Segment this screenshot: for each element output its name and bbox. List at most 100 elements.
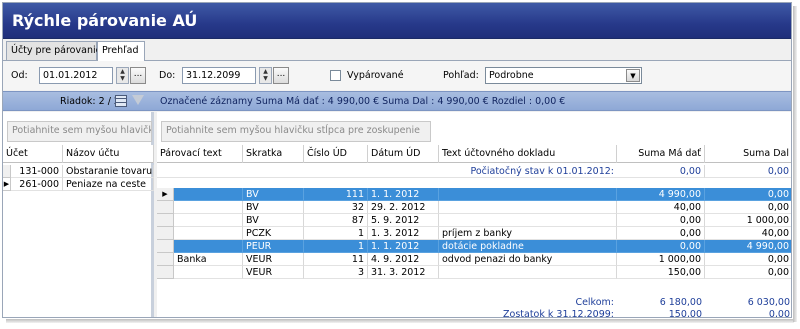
opening-balance-md: 0,00 [617, 165, 705, 178]
cell-text-dokladu: dotácie pokladne [439, 240, 617, 253]
filter-bar: Od: 01.01.2012 ▲ ▼ ... Do: 31.12.2099 ▲ ▼ … [3, 60, 791, 90]
cell-skratka: VEUR [243, 253, 304, 266]
od-browse-button[interactable]: ... [130, 67, 146, 84]
table-row[interactable]: ▶ BV 111 1. 1. 2012 4 990,00 0,00 [157, 188, 791, 201]
cell-suma-ma-dat: 0,00 [617, 214, 705, 227]
row-indicator: ▶ [3, 178, 11, 191]
filter-icon[interactable] [132, 95, 144, 105]
col-header-skratka[interactable]: Skratka [243, 145, 304, 163]
tab-ucty-pre-parovanie[interactable]: Účty pre párovanie [6, 41, 101, 60]
pohlad-select[interactable]: Podrobne ▼ [485, 67, 642, 84]
accounts-grid: Potiahnite sem myšou hlavičku Účet Názov… [3, 112, 154, 317]
od-spin-button[interactable]: ▲ ▼ [116, 67, 129, 84]
do-browse-button[interactable]: ... [273, 67, 289, 84]
cell-parovaci-text [174, 188, 243, 201]
cell-parovaci-text: Banka [174, 253, 243, 266]
closing-balance-md: 150,00 [668, 309, 702, 318]
cell-parovaci-text [174, 214, 243, 227]
cell-datum-ud: 29. 2. 2012 [368, 201, 439, 214]
left-header-row: Účet Názov účtu [3, 145, 154, 163]
pohlad-select-value: Podrobne [489, 70, 534, 81]
cell-datum-ud: 1. 1. 2012 [368, 188, 439, 201]
cell-suma-ma-dat: 40,00 [617, 201, 705, 214]
vyparovane-checkbox[interactable] [330, 70, 341, 81]
cell-cislo-ud: 1 [304, 240, 368, 253]
row-indicator[interactable]: ▶ [157, 188, 174, 201]
do-spin-button[interactable]: ▲ ▼ [259, 67, 272, 84]
cell-text-dokladu: príjem z banky [439, 227, 617, 240]
cell-text-dokladu [439, 201, 617, 214]
vyparovane-label: Vypárované [347, 70, 404, 81]
table-row[interactable]: PCZK 1 1. 3. 2012 príjem z banky 0,00 40,00 [157, 227, 791, 240]
cell-datum-ud: 31. 3. 2012 [368, 266, 439, 279]
cell-suma-dal: 0,00 [705, 253, 791, 266]
cell-datum-ud: 5. 9. 2012 [368, 214, 439, 227]
cell-parovaci-text [174, 227, 243, 240]
cell-suma-ma-dat: 0,00 [617, 227, 705, 240]
closing-balance-d: 0,00 [768, 309, 790, 318]
do-label: Do: [159, 70, 176, 81]
cell-skratka: PEUR [243, 240, 304, 253]
chevron-down-icon[interactable]: ▼ [626, 69, 640, 82]
table-row[interactable]: ▶ 261-000 Peniaze na ceste [3, 178, 154, 191]
closing-balance-label: Zostatok k 31.12.2099: [503, 309, 614, 318]
cell-text-dokladu [439, 266, 617, 279]
table-row[interactable]: VEUR 3 31. 3. 2012 150,00 0,00 [157, 266, 791, 279]
col-header-nazov-uctu[interactable]: Názov účtu [63, 145, 154, 163]
cell-suma-ma-dat: 150,00 [617, 266, 705, 279]
do-date-input[interactable]: 31.12.2099 [182, 67, 256, 84]
title-bar: Rýchle párovanie AÚ [3, 3, 791, 39]
cell-cislo-ud: 3 [304, 266, 368, 279]
info-bar: Riadok: 2 / 2 Označené záznamy Suma Má d… [3, 91, 791, 111]
opening-balance-d: 0,00 [705, 165, 791, 178]
col-header-datum-ud[interactable]: Dátum ÚD [368, 145, 439, 163]
cell-suma-ma-dat: 0,00 [617, 240, 705, 253]
cell-nazov: Peniaze na ceste [63, 178, 154, 191]
row-indicator[interactable] [157, 240, 174, 253]
od-label: Od: [11, 70, 28, 81]
cell-datum-ud: 1. 3. 2012 [368, 227, 439, 240]
pohlad-label: Pohľad: [443, 70, 479, 81]
cell-text-dokladu [439, 214, 617, 227]
cell-suma-dal: 0,00 [705, 188, 791, 201]
cell-skratka: BV [243, 188, 304, 201]
cell-suma-ma-dat: 4 990,00 [617, 188, 705, 201]
grid-view-icon[interactable] [115, 95, 127, 107]
table-row[interactable]: BV 87 5. 9. 2012 0,00 1 000,00 [157, 214, 791, 227]
right-group-by-panel[interactable]: Potiahnite sem myšou hlavičku stĺpca pre… [161, 121, 431, 142]
table-row[interactable]: BV 32 29. 2. 2012 40,00 0,00 [157, 201, 791, 214]
col-header-suma-ma-dat[interactable]: Suma Má dať [617, 145, 705, 163]
col-header-text-uctovneho-dokladu[interactable]: Text účtovného dokladu [439, 145, 617, 163]
cell-cislo-ud: 111 [304, 188, 368, 201]
window-title: Rýchle párovanie AÚ [12, 11, 198, 30]
right-header-row: Párovací text Skratka Číslo ÚD Dátum ÚD … [157, 145, 791, 163]
col-header-suma-dal[interactable]: Suma Dal [705, 145, 791, 163]
col-header-cislo-ud[interactable]: Číslo ÚD [304, 145, 368, 163]
cell-cislo-ud: 1 [304, 227, 368, 240]
app-window: Rýchle párovanie AÚ Účty pre párovanie P… [2, 2, 792, 318]
row-indicator[interactable] [157, 201, 174, 214]
left-group-by-panel[interactable]: Potiahnite sem myšou hlavičku [7, 121, 152, 142]
row-indicator[interactable] [157, 227, 174, 240]
col-header-parovaci-text[interactable]: Párovací text [157, 145, 243, 163]
row-indicator[interactable] [157, 266, 174, 279]
table-row[interactable]: Banka VEUR 11 4. 9. 2012 odvod penazi do ban… [157, 253, 791, 266]
cell-suma-dal: 40,00 [705, 227, 791, 240]
closing-balance-row: Zostatok k 31.12.2099: 150,00 0,00 [157, 308, 791, 318]
row-indicator[interactable] [157, 253, 174, 266]
row-indicator[interactable] [157, 214, 174, 227]
cell-cislo-ud: 11 [304, 253, 368, 266]
table-row[interactable]: 131-000 Obstaranie tovaru [3, 165, 154, 178]
cell-suma-dal: 4 990,00 [705, 240, 791, 253]
tab-prehlad[interactable]: Prehľad [97, 41, 145, 61]
entries-grid: Potiahnite sem myšou hlavičku stĺpca pre… [157, 112, 791, 318]
cell-cislo-ud: 87 [304, 214, 368, 227]
od-date-input[interactable]: 01.01.2012 [39, 67, 113, 84]
cell-skratka: BV [243, 201, 304, 214]
col-header-ucet[interactable]: Účet [3, 145, 63, 163]
cell-parovaci-text [174, 266, 243, 279]
cell-parovaci-text [174, 201, 243, 214]
cell-datum-ud: 1. 1. 2012 [368, 240, 439, 253]
cell-text-dokladu: odvod penazi do banky [439, 253, 617, 266]
table-row[interactable]: PEUR 1 1. 1. 2012 dotácie pokladne 0,00 4 990… [157, 240, 791, 253]
